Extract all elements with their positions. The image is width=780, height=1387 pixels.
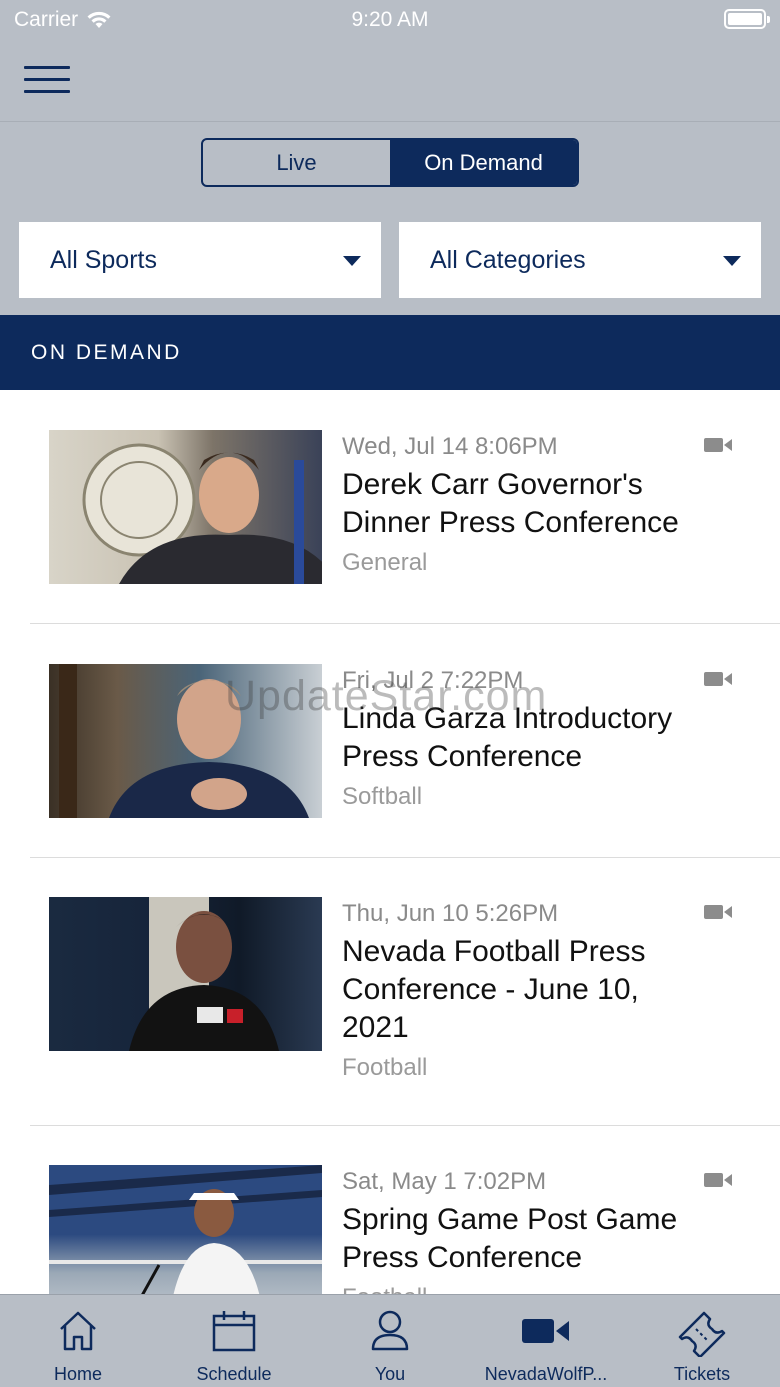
ticket-icon (678, 1311, 726, 1357)
video-meta: Wed, Jul 14 8:06PM Derek Carr Governor's… (342, 432, 702, 578)
tab-label: Schedule (196, 1364, 272, 1384)
video-thumbnail (49, 1165, 322, 1294)
video-list: Wed, Jul 14 8:06PM Derek Carr Governor's… (0, 390, 780, 1294)
video-camera-icon (522, 1319, 569, 1343)
home-icon (60, 1311, 96, 1351)
video-category: Football (342, 1283, 702, 1294)
live-on-demand-segmented-control: Live On Demand (201, 138, 579, 187)
categories-filter-label: All Categories (430, 245, 586, 274)
video-list-item[interactable]: Fri, Jul 2 7:22PM Linda Garza Introducto… (0, 624, 780, 857)
status-time: 9:20 AM (351, 8, 429, 31)
video-camera-icon (704, 672, 732, 686)
battery-icon (724, 9, 770, 29)
video-thumbnail (49, 430, 322, 584)
video-date: Fri, Jul 2 7:22PM (342, 667, 524, 694)
video-camera-icon (704, 1173, 732, 1187)
video-title: Derek Carr Governor's Dinner Press Confe… (342, 468, 679, 539)
tab-you[interactable]: You (312, 1295, 468, 1387)
tab-tickets[interactable]: Tickets (624, 1295, 780, 1387)
calendar-icon (212, 1311, 256, 1352)
video-date: Wed, Jul 14 8:06PM (342, 433, 558, 460)
tab-schedule[interactable]: Schedule (156, 1295, 312, 1387)
person-icon (371, 1310, 409, 1351)
video-meta: Sat, May 1 7:02PM Spring Game Post Game … (342, 1167, 702, 1294)
status-bar: Carrier 9:20 AM (0, 0, 780, 40)
sports-filter-label: All Sports (50, 245, 157, 274)
video-list-item[interactable]: Thu, Jun 10 5:26PM Nevada Football Press… (0, 857, 780, 1125)
sports-filter-dropdown[interactable]: All Sports (19, 222, 381, 298)
segment-on-demand[interactable]: On Demand (390, 140, 577, 185)
video-title: Spring Game Post Game Press Conference (342, 1203, 678, 1274)
video-list-item[interactable]: Wed, Jul 14 8:06PM Derek Carr Governor's… (0, 390, 780, 624)
video-thumbnail (49, 664, 322, 818)
tab-home[interactable]: Home (0, 1295, 156, 1387)
video-meta: Thu, Jun 10 5:26PM Nevada Football Press… (342, 899, 702, 1083)
video-title: Nevada Football Press Conference - June … (342, 935, 646, 1044)
video-category: General (342, 549, 428, 576)
video-date: Thu, Jun 10 5:26PM (342, 900, 559, 927)
tab-label: You (374, 1364, 406, 1384)
video-meta: Fri, Jul 2 7:22PM Linda Garza Introducto… (342, 666, 702, 812)
caret-down-icon (343, 256, 361, 266)
video-date: Sat, May 1 7:02PM (342, 1168, 547, 1195)
tab-label: Home (53, 1364, 102, 1384)
hamburger-menu-icon[interactable] (24, 66, 70, 94)
video-camera-icon (704, 438, 732, 452)
video-title: Linda Garza Introductory Press Conferenc… (342, 702, 673, 773)
caret-down-icon (723, 256, 741, 266)
video-list-item[interactable]: Sat, May 1 7:02PM Spring Game Post Game … (0, 1125, 780, 1294)
section-header: ON DEMAND (0, 315, 780, 390)
video-category: Football (342, 1054, 428, 1081)
video-thumbnail (49, 897, 322, 1051)
video-category: Softball (342, 783, 423, 810)
video-camera-icon (704, 905, 732, 919)
categories-filter-dropdown[interactable]: All Categories (399, 222, 761, 298)
tab-nevada-wolf-pack[interactable]: NevadaWolfP... (468, 1295, 624, 1387)
nav-bar (0, 40, 780, 122)
tab-label: Tickets (673, 1364, 731, 1384)
tab-label: NevadaWolfP... (484, 1364, 608, 1384)
filter-area: Live On Demand All Sports All Categories (0, 122, 780, 315)
tab-bar: Home Schedule You NevadaWolfP... Tickets (0, 1294, 780, 1387)
segment-live[interactable]: Live (203, 140, 390, 185)
